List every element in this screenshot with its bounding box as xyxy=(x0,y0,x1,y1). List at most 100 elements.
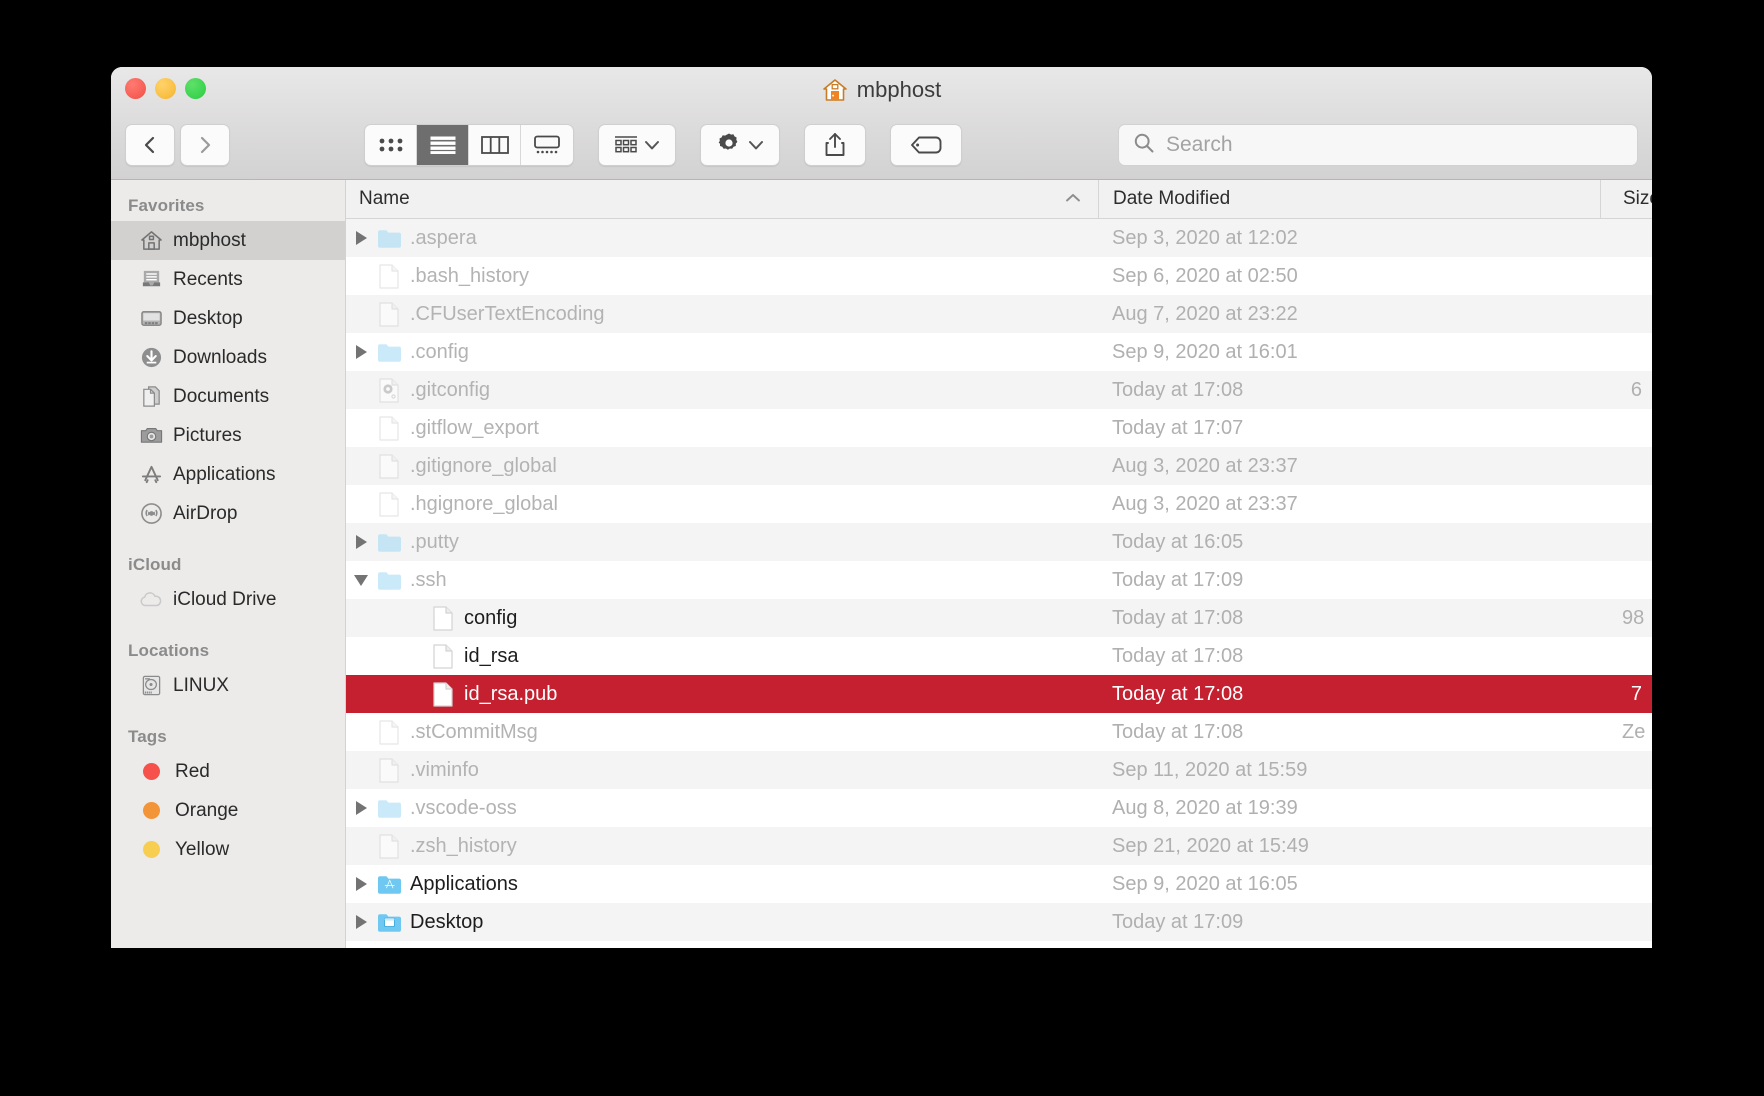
document-icon xyxy=(376,454,402,479)
cell-date-modified: Today at 17:08 xyxy=(1098,607,1600,630)
table-row[interactable]: .bash_historySep 6, 2020 at 02:50 xyxy=(346,257,1652,295)
sidebar-item-icloud-drive[interactable]: iCloud Drive xyxy=(111,580,345,619)
table-row[interactable]: .zsh_historySep 21, 2020 at 15:49 xyxy=(346,827,1652,865)
table-row[interactable]: id_rsa.pubToday at 17:087 xyxy=(346,675,1652,713)
cell-name: .gitflow_export xyxy=(346,416,1098,441)
chevron-right-icon xyxy=(356,231,367,245)
search-icon xyxy=(1133,132,1155,159)
sidebar-item-applications[interactable]: Applications xyxy=(111,455,345,494)
home-icon xyxy=(139,229,163,253)
cell-date-modified: Sep 11, 2020 at 15:59 xyxy=(1098,759,1600,782)
list-view-button[interactable] xyxy=(417,125,469,165)
sidebar-item-tag-orange[interactable]: Orange xyxy=(111,791,345,830)
disclosure-triangle[interactable] xyxy=(346,877,376,891)
table-row[interactable]: .asperaSep 3, 2020 at 12:02 xyxy=(346,219,1652,257)
table-row[interactable]: .ssh Today at 17:09 xyxy=(346,561,1652,599)
folder-icon xyxy=(376,798,402,819)
cell-date-modified: Aug 7, 2020 at 23:22 xyxy=(1098,303,1600,326)
cell-size: 98 xyxy=(1600,607,1652,630)
table-row[interactable]: .configSep 9, 2020 at 16:01 xyxy=(346,333,1652,371)
sidebar-section-tags-header: Tags xyxy=(111,718,345,752)
file-name-label: .ssh xyxy=(410,570,447,590)
chevron-down-icon xyxy=(354,575,368,586)
folder-icon xyxy=(376,532,402,553)
window-title-text: mbphost xyxy=(857,77,941,103)
file-rows: .asperaSep 3, 2020 at 12:02.bash_history… xyxy=(346,219,1652,948)
search-field[interactable] xyxy=(1118,124,1638,166)
table-row[interactable]: .stCommitMsgToday at 17:08Ze xyxy=(346,713,1652,751)
sidebar-item-mbphost[interactable]: mbphost xyxy=(111,221,345,260)
sidebar-item-airdrop[interactable]: AirDrop xyxy=(111,494,345,533)
column-header-size[interactable]: Size xyxy=(1600,180,1652,218)
column-header-name[interactable]: Name xyxy=(346,188,1098,210)
share-button[interactable] xyxy=(804,124,866,166)
cell-name: .bash_history xyxy=(346,264,1098,289)
document-icon xyxy=(376,492,402,517)
cell-name: Desktop xyxy=(346,912,1098,933)
file-name-label: .config xyxy=(410,342,469,362)
cell-name: .putty xyxy=(346,532,1098,553)
table-row[interactable]: .hgignore_globalAug 3, 2020 at 23:37 xyxy=(346,485,1652,523)
disclosure-triangle[interactable] xyxy=(346,535,376,549)
sidebar-item-documents[interactable]: Documents xyxy=(111,377,345,416)
disclosure-triangle[interactable] xyxy=(346,231,376,245)
table-row[interactable]: .viminfoSep 11, 2020 at 15:59 xyxy=(346,751,1652,789)
disclosure-triangle[interactable] xyxy=(346,801,376,815)
table-row[interactable]: .gitconfigToday at 17:086 xyxy=(346,371,1652,409)
table-row[interactable]: .puttyToday at 16:05 xyxy=(346,523,1652,561)
sidebar-item-label: Desktop xyxy=(173,308,243,330)
icon-view-button[interactable] xyxy=(365,125,417,165)
table-row[interactable]: configToday at 17:0898 xyxy=(346,599,1652,637)
forward-button[interactable] xyxy=(180,124,230,166)
table-row[interactable]: .gitignore_globalAug 3, 2020 at 23:37 xyxy=(346,447,1652,485)
sidebar-item-recents[interactable]: Recents xyxy=(111,260,345,299)
table-row[interactable]: DesktopToday at 17:09 xyxy=(346,903,1652,941)
action-button[interactable] xyxy=(700,124,780,166)
window-title: mbphost xyxy=(111,77,1652,103)
cell-name: config xyxy=(346,606,1098,631)
sidebar-item-linux[interactable]: LINUX xyxy=(111,666,345,705)
table-row[interactable]: id_rsaToday at 17:08 xyxy=(346,637,1652,675)
cell-date-modified: Today at 17:08 xyxy=(1098,379,1600,402)
sidebar-item-tag-red[interactable]: Red xyxy=(111,752,345,791)
file-name-label: .gitflow_export xyxy=(410,418,539,438)
search-input[interactable] xyxy=(1166,133,1637,157)
table-row[interactable]: .CFUserTextEncodingAug 7, 2020 at 23:22 xyxy=(346,295,1652,333)
disclosure-triangle[interactable] xyxy=(346,915,376,929)
disclosure-triangle[interactable] xyxy=(346,575,376,586)
gallery-view-button[interactable] xyxy=(521,125,573,165)
table-row[interactable]: .gitflow_exportToday at 17:07 xyxy=(346,409,1652,447)
sidebar-item-pictures[interactable]: Pictures xyxy=(111,416,345,455)
column-view-button[interactable] xyxy=(469,125,521,165)
document-icon xyxy=(376,416,402,441)
cell-name: id_rsa xyxy=(346,644,1098,669)
cell-date-modified: Aug 8, 2020 at 19:39 xyxy=(1098,797,1600,820)
table-row[interactable]: ApplicationsSep 9, 2020 at 16:05 xyxy=(346,865,1652,903)
sidebar-item-tag-yellow[interactable]: Yellow xyxy=(111,830,345,869)
table-row[interactable]: .vscode-ossAug 8, 2020 at 19:39 xyxy=(346,789,1652,827)
disclosure-triangle[interactable] xyxy=(346,345,376,359)
sidebar-section-favorites-header: Favorites xyxy=(111,187,345,221)
airdrop-icon xyxy=(139,502,163,526)
file-list: Name Date Modified Size .asperaSep 3, 20… xyxy=(346,180,1652,948)
title-bar: mbphost xyxy=(111,67,1652,180)
cell-name: .gitignore_global xyxy=(346,454,1098,479)
column-header-date-modified[interactable]: Date Modified xyxy=(1098,180,1600,218)
folder-icon xyxy=(376,228,402,249)
tags-button[interactable] xyxy=(890,124,962,166)
cell-date-modified: Today at 17:08 xyxy=(1098,683,1600,706)
cell-date-modified: Today at 17:08 xyxy=(1098,645,1600,668)
sidebar-item-label: Recents xyxy=(173,269,243,291)
sidebar: Favorites mbphost xyxy=(111,180,346,948)
cell-date-modified: Today at 17:08 xyxy=(1098,721,1600,744)
cell-date-modified: Today at 17:09 xyxy=(1098,569,1600,592)
back-button[interactable] xyxy=(125,124,175,166)
recents-icon xyxy=(139,268,163,292)
sidebar-item-desktop[interactable]: Desktop xyxy=(111,299,345,338)
sidebar-item-downloads[interactable]: Downloads xyxy=(111,338,345,377)
group-by-button[interactable] xyxy=(598,124,676,166)
cell-name: .CFUserTextEncoding xyxy=(346,302,1098,327)
chevron-right-icon xyxy=(356,535,367,549)
sidebar-item-label: Red xyxy=(175,761,210,783)
cell-name: .config xyxy=(346,342,1098,363)
